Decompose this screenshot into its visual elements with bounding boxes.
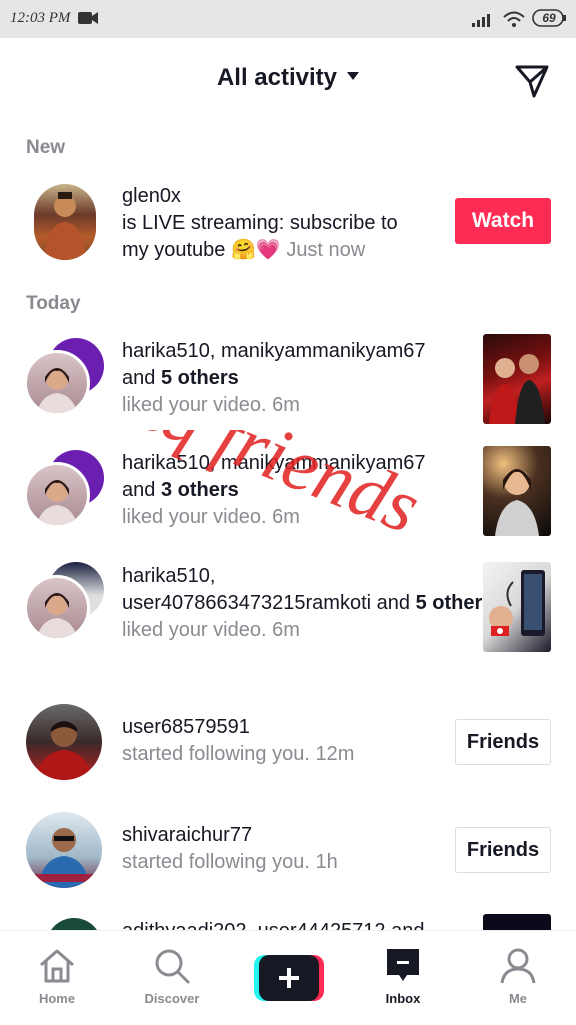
page-title: All activity	[216, 64, 338, 91]
video-camera-icon	[78, 12, 98, 24]
avatar-harika510[interactable]	[24, 575, 90, 641]
username[interactable]: harika510	[122, 340, 210, 362]
follow-notification-1[interactable]: user68579591 started following you. 12m	[122, 714, 354, 768]
signal-icon	[472, 14, 490, 27]
username[interactable]: manikyammanikyam67	[221, 340, 426, 362]
video-thumbnail[interactable]	[483, 446, 551, 536]
friends-button[interactable]: Friends	[455, 827, 551, 873]
video-thumbnail[interactable]	[483, 562, 551, 652]
nav-home-label: Home	[38, 991, 76, 1006]
status-bar: 12:03 PM 69	[0, 0, 576, 38]
avatar-user68579591[interactable]	[26, 704, 102, 780]
live-line-1: is LIVE streaming: subscribe to	[122, 212, 398, 234]
separator: ,	[209, 340, 221, 362]
avatar-harika510[interactable]	[24, 350, 90, 416]
nav-inbox-label: Inbox	[385, 991, 421, 1006]
nav-home[interactable]: Home	[2, 931, 112, 1025]
avatar-glen0x[interactable]	[34, 184, 96, 260]
section-today-label: Today	[26, 293, 81, 314]
nav-discover[interactable]: Discover	[117, 931, 227, 1025]
person-icon	[500, 948, 536, 984]
like-notification-1[interactable]: harika510, manikyammanikyam67 and 5 othe…	[122, 338, 425, 419]
activity-filter-dropdown[interactable]: All activity	[0, 64, 576, 92]
wifi-icon	[503, 11, 525, 27]
username[interactable]: glen0x	[122, 183, 398, 210]
nav-discover-label: Discover	[144, 991, 200, 1006]
action-text: started following you.	[122, 851, 310, 873]
nav-me[interactable]: Me	[463, 931, 573, 1025]
status-time: 12:03 PM	[10, 10, 71, 26]
search-icon	[155, 949, 190, 984]
timestamp: Just now	[286, 239, 366, 261]
battery-level: 69	[542, 11, 556, 25]
nav-me-label: Me	[508, 991, 528, 1006]
friends-button[interactable]: Friends	[455, 719, 551, 765]
avatar-shivaraichur77[interactable]	[26, 812, 102, 888]
avatar-harika510[interactable]	[24, 462, 90, 528]
action-text: started following you.	[122, 743, 310, 765]
username[interactable]: user68579591	[122, 714, 354, 741]
timestamp: 1h	[315, 851, 338, 873]
video-thumbnail[interactable]	[483, 334, 551, 424]
watermark: tq friends	[132, 430, 432, 550]
live-notification-text[interactable]: glen0x is LIVE streaming: subscribe to m…	[122, 183, 398, 264]
conjunction: and	[122, 367, 161, 389]
watermark-text: tq friends	[132, 430, 432, 550]
username[interactable]: shivaraichur77	[122, 822, 338, 849]
create-video-button[interactable]	[254, 955, 324, 1001]
battery-icon: 69	[532, 9, 566, 27]
watch-button[interactable]: Watch	[455, 198, 551, 244]
timestamp: 12m	[315, 743, 355, 765]
caret-down-icon	[347, 71, 360, 80]
direct-message-icon[interactable]	[512, 60, 552, 100]
action-text: liked your video.	[122, 394, 267, 416]
nav-inbox[interactable]: Inbox	[348, 931, 458, 1025]
follow-notification-2[interactable]: shivaraichur77 started following you. 1h	[122, 822, 338, 876]
inbox-icon	[387, 949, 419, 981]
home-icon	[40, 949, 74, 983]
timestamp: 6m	[272, 394, 300, 416]
section-new-label: New	[26, 137, 66, 158]
others-count[interactable]: 5 others	[161, 367, 239, 389]
live-line-2: my youtube 🤗💗	[122, 239, 281, 261]
